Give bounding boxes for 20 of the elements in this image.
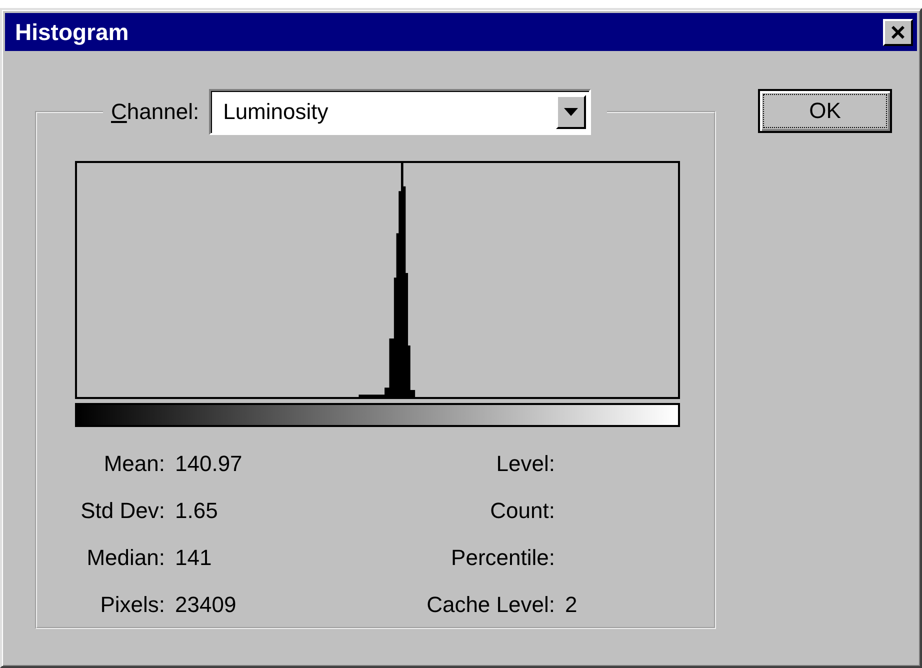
- stat-label: Percentile:: [450, 544, 555, 572]
- stat-value: 23409: [175, 591, 236, 619]
- stat-label: Pixels:: [99, 591, 165, 619]
- stat-label: Level:: [495, 450, 555, 478]
- stat-value: 2: [565, 591, 578, 619]
- caret-icon: [564, 108, 578, 116]
- dropdown-arrow-button[interactable]: [556, 95, 586, 129]
- stat-label: Std Dev:: [80, 497, 165, 525]
- stat-label: Mean:: [102, 450, 165, 478]
- channel-label: Channel:: [111, 99, 200, 125]
- stat-label: Median:: [86, 544, 165, 572]
- stat-value: 141: [175, 544, 212, 572]
- close-button[interactable]: ×: [883, 18, 913, 46]
- stat-label: Cache Level:: [426, 591, 555, 619]
- stat-value: 140.97: [175, 450, 242, 478]
- stat-label: Count:: [489, 497, 555, 525]
- ok-button[interactable]: OK: [758, 89, 892, 133]
- stat-value: 1.65: [175, 497, 218, 525]
- window-title: Histogram: [15, 18, 129, 46]
- channel-dropdown[interactable]: Luminosity: [209, 89, 592, 135]
